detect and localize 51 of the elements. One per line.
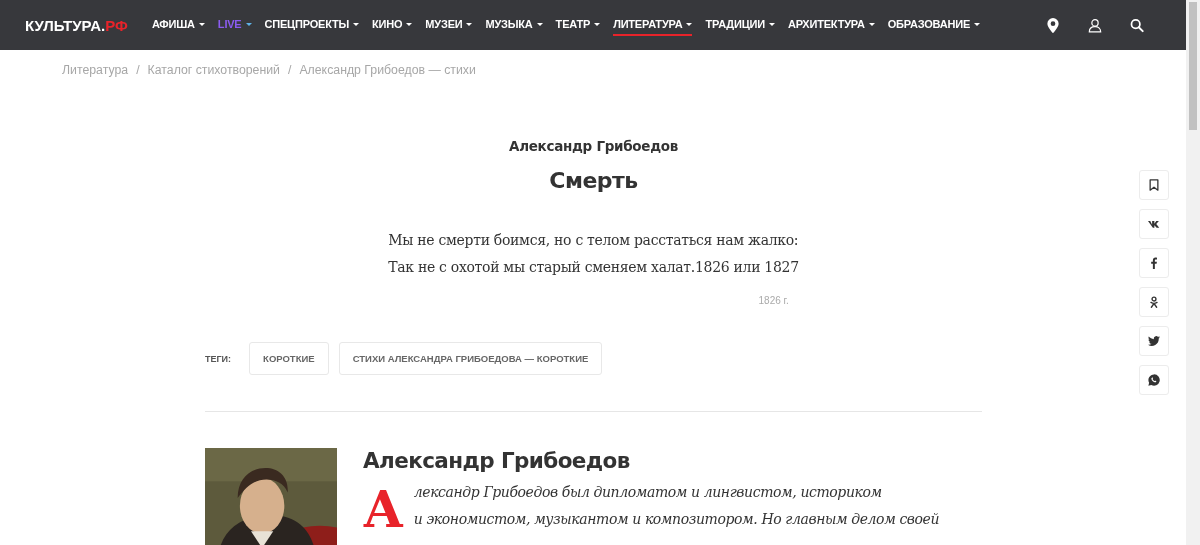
poem-date: 1826 г. (758, 295, 789, 306)
caret-icon (406, 22, 413, 26)
caret-icon (353, 22, 359, 26)
poem-title: Смерть (548, 168, 639, 193)
nav-menu-item[interactable]: МУЗЕИ (425, 14, 473, 36)
nav-menu-item[interactable]: МУЗЫКА (485, 14, 543, 36)
nav-menu-item[interactable]: ОБРАЗОВАНИЕ (887, 14, 981, 36)
vk-icon (1148, 218, 1160, 230)
nav-menu-item[interactable]: СПЕЦПРОЕКТЫ (264, 14, 359, 36)
caret-icon (974, 22, 981, 26)
poem-author: Александр Грибоедов (508, 138, 679, 154)
nav-menu-item[interactable]: АФИША (151, 14, 205, 36)
facebook-icon (1148, 257, 1160, 269)
facebook-share-button[interactable] (1139, 248, 1169, 278)
poem-line: Мы не смерти боимся, но с телом расстаться нам жалко: (388, 231, 799, 250)
tag-link[interactable]: КОРОТКИЕ (249, 342, 329, 375)
tag-link[interactable]: СТИХИ АЛЕКСАНДРА ГРИБОЕДОВА — КОРОТКИЕ (338, 342, 603, 375)
tags-label: ТЕГИ: (205, 353, 232, 364)
odnoklassniki-icon (1148, 296, 1160, 308)
nav-menu-item[interactable]: ЛИТЕРАТУРА (613, 14, 693, 36)
scrollbar[interactable] (1186, 0, 1200, 545)
drop-cap: А (363, 485, 404, 535)
author-name: Александр Грибоедов (363, 448, 631, 473)
bookmark-icon (1148, 179, 1160, 191)
nav-menu-item[interactable]: ТРАДИЦИИ (705, 14, 775, 36)
bookmark-button[interactable] (1139, 170, 1169, 200)
odnoklassniki-share-button[interactable] (1139, 287, 1169, 317)
location-pin-icon[interactable] (1046, 17, 1060, 33)
breadcrumb-separator: / (136, 63, 140, 77)
twitter-share-button[interactable] (1139, 326, 1169, 356)
caret-icon (466, 22, 473, 26)
caret-icon (198, 22, 205, 26)
bird-icon (1148, 335, 1160, 347)
vk-share-button[interactable] (1139, 209, 1169, 239)
whatsapp-share-button[interactable] (1139, 365, 1169, 395)
logo-link[interactable]: КУЛЬТУРА.РФ (25, 16, 128, 34)
caret-icon (768, 22, 775, 26)
author-bio-text: лександр Грибоедов был дипломатом и лингвистом, историком и экономистом, музыкантом и композитором. Но главным делом своей (413, 483, 940, 529)
nav-menu-item[interactable]: КИНО (372, 14, 413, 36)
caret-icon (594, 22, 601, 26)
user-icon[interactable] (1088, 17, 1102, 33)
nav-menu-item[interactable]: АРХИТЕКТУРА (787, 14, 875, 36)
search-icon[interactable] (1130, 17, 1144, 33)
caret-icon (868, 22, 875, 26)
caret-icon (536, 22, 543, 26)
whatsapp-icon (1148, 374, 1160, 386)
caret-icon (686, 22, 693, 26)
nav-menu-item[interactable]: ТЕАТР (555, 14, 601, 36)
caret-icon (245, 22, 252, 26)
breadcrumb-separator: / (288, 63, 292, 77)
poem-line: Так не с охотой мы старый сменяем халат.1826 или 1827 (388, 258, 799, 277)
